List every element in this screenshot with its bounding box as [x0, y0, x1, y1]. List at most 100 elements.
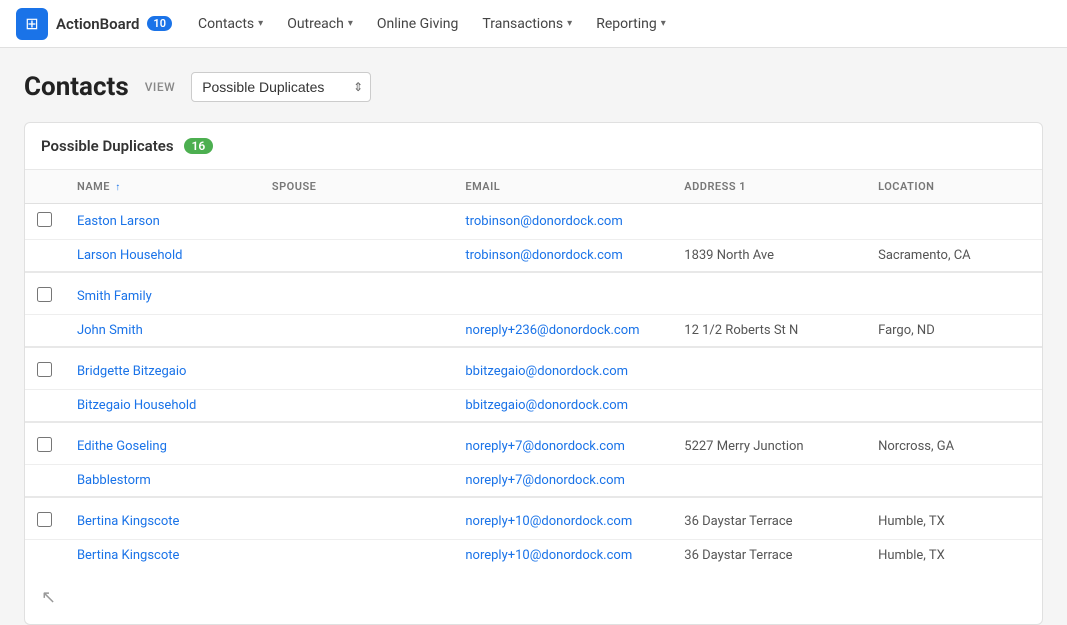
view-select-wrapper: Possible Duplicates All Contacts ⇕: [191, 72, 371, 102]
cell-name: Bertina Kingscote: [65, 497, 260, 540]
cell-location: [866, 272, 1042, 315]
contact-email-link[interactable]: trobinson@donordock.com: [465, 214, 622, 229]
nav-reporting[interactable]: Reporting ▾: [586, 0, 676, 48]
cell-spouse: [260, 540, 453, 572]
cell-location: Norcross, GA: [866, 422, 1042, 465]
navbar: ⊞ ActionBoard 10 Contacts ▾ Outreach ▾ O…: [0, 0, 1067, 48]
cell-address1: 5227 Merry Junction: [672, 422, 866, 465]
row-checkbox[interactable]: [37, 437, 52, 452]
cell-location: [866, 347, 1042, 390]
checkbox-cell: [25, 465, 65, 498]
nav-transactions[interactable]: Transactions ▾: [472, 0, 582, 48]
checkbox-cell: [25, 272, 65, 315]
data-table: NAME ↑ SPOUSE EMAIL ADDRESS 1 LOCATION: [25, 170, 1042, 571]
contact-email-link[interactable]: noreply+10@donordock.com: [465, 548, 632, 563]
contact-name-link[interactable]: Edithe Goseling: [77, 439, 167, 454]
contact-email-link[interactable]: noreply+7@donordock.com: [465, 473, 625, 488]
cell-address1: [672, 272, 866, 315]
page-header: Contacts VIEW Possible Duplicates All Co…: [24, 72, 1043, 102]
brand-badge: 10: [147, 16, 172, 31]
contact-name-link[interactable]: Larson Household: [77, 248, 183, 263]
outreach-chevron-icon: ▾: [348, 18, 353, 29]
cell-email: noreply+7@donordock.com: [453, 465, 672, 498]
row-checkbox[interactable]: [37, 212, 52, 227]
cell-location: Humble, TX: [866, 540, 1042, 572]
header-name[interactable]: NAME ↑: [65, 170, 260, 204]
row-checkbox[interactable]: [37, 287, 52, 302]
cell-email: trobinson@donordock.com: [453, 240, 672, 273]
cell-spouse: [260, 315, 453, 348]
contact-email-link[interactable]: bbitzegaio@donordock.com: [465, 398, 628, 413]
cell-name: Smith Family: [65, 272, 260, 315]
checkbox-cell: [25, 422, 65, 465]
row-checkbox[interactable]: [37, 362, 52, 377]
checkbox-cell: [25, 540, 65, 572]
cell-name: Babblestorm: [65, 465, 260, 498]
contact-email-link[interactable]: noreply+10@donordock.com: [465, 514, 632, 529]
contact-name-link[interactable]: Bitzegaio Household: [77, 398, 196, 413]
contact-name-link[interactable]: Bridgette Bitzegaio: [77, 364, 187, 379]
table-row: Bridgette Bitzegaio bbitzegaio@donordock.…: [25, 347, 1042, 390]
header-email[interactable]: EMAIL: [453, 170, 672, 204]
cell-location: [866, 390, 1042, 423]
header-location[interactable]: LOCATION: [866, 170, 1042, 204]
nav-contacts[interactable]: Contacts ▾: [188, 0, 273, 48]
sort-arrow-icon: ↑: [115, 182, 121, 193]
header-spouse[interactable]: SPOUSE: [260, 170, 453, 204]
checkbox-cell: [25, 347, 65, 390]
table-card: Possible Duplicates 16 NAME ↑ SPOUSE EMA…: [24, 122, 1043, 625]
nav-outreach[interactable]: Outreach ▾: [277, 0, 363, 48]
contact-email-link[interactable]: noreply+236@donordock.com: [465, 323, 639, 338]
header-address1[interactable]: ADDRESS 1: [672, 170, 866, 204]
cell-spouse: [260, 390, 453, 423]
header-checkbox-col: [25, 170, 65, 204]
cell-address1: [672, 465, 866, 498]
cell-name: Bridgette Bitzegaio: [65, 347, 260, 390]
table-row: Bitzegaio Household bbitzegaio@donordock.…: [25, 390, 1042, 423]
cell-location: Sacramento, CA: [866, 240, 1042, 273]
table-row: Edithe Goseling noreply+7@donordock.com 52…: [25, 422, 1042, 465]
cell-email: [453, 272, 672, 315]
cell-address1: 36 Daystar Terrace: [672, 540, 866, 572]
view-label: VIEW: [145, 80, 176, 94]
nav-online-giving[interactable]: Online Giving: [367, 0, 469, 48]
cell-location: [866, 204, 1042, 240]
checkbox-cell: [25, 204, 65, 240]
contact-name-link[interactable]: John Smith: [77, 323, 143, 338]
cell-spouse: [260, 272, 453, 315]
cell-address1: [672, 204, 866, 240]
cell-location: [866, 465, 1042, 498]
cell-spouse: [260, 347, 453, 390]
contact-name-link[interactable]: Babblestorm: [77, 473, 151, 488]
checkbox-cell: [25, 497, 65, 540]
cell-spouse: [260, 240, 453, 273]
cell-address1: 36 Daystar Terrace: [672, 497, 866, 540]
contact-name-link[interactable]: Smith Family: [77, 289, 152, 304]
contact-name-link[interactable]: Bertina Kingscote: [77, 514, 179, 529]
brand-icon: ⊞: [16, 8, 48, 40]
cell-email: bbitzegaio@donordock.com: [453, 347, 672, 390]
cell-name: Edithe Goseling: [65, 422, 260, 465]
contact-email-link[interactable]: noreply+7@donordock.com: [465, 439, 625, 454]
cell-location: Fargo, ND: [866, 315, 1042, 348]
table-section-title: Possible Duplicates: [41, 137, 174, 155]
cell-address1: 1839 North Ave: [672, 240, 866, 273]
cell-name: Bertina Kingscote: [65, 540, 260, 572]
view-select[interactable]: Possible Duplicates All Contacts: [191, 72, 371, 102]
table-row: Babblestorm noreply+7@donordock.com: [25, 465, 1042, 498]
brand-title: ActionBoard: [56, 15, 139, 33]
cell-address1: [672, 347, 866, 390]
count-badge: 16: [184, 138, 214, 154]
table-row: Easton Larson trobinson@donordock.com: [25, 204, 1042, 240]
row-checkbox[interactable]: [37, 512, 52, 527]
cell-address1: [672, 390, 866, 423]
cell-name: Larson Household: [65, 240, 260, 273]
cell-email: noreply+10@donordock.com: [453, 497, 672, 540]
reporting-chevron-icon: ▾: [661, 18, 666, 29]
checkbox-cell: [25, 390, 65, 423]
contact-name-link[interactable]: Easton Larson: [77, 214, 160, 229]
cell-spouse: [260, 465, 453, 498]
contact-email-link[interactable]: bbitzegaio@donordock.com: [465, 364, 628, 379]
contact-name-link[interactable]: Bertina Kingscote: [77, 548, 179, 563]
contact-email-link[interactable]: trobinson@donordock.com: [465, 248, 622, 263]
